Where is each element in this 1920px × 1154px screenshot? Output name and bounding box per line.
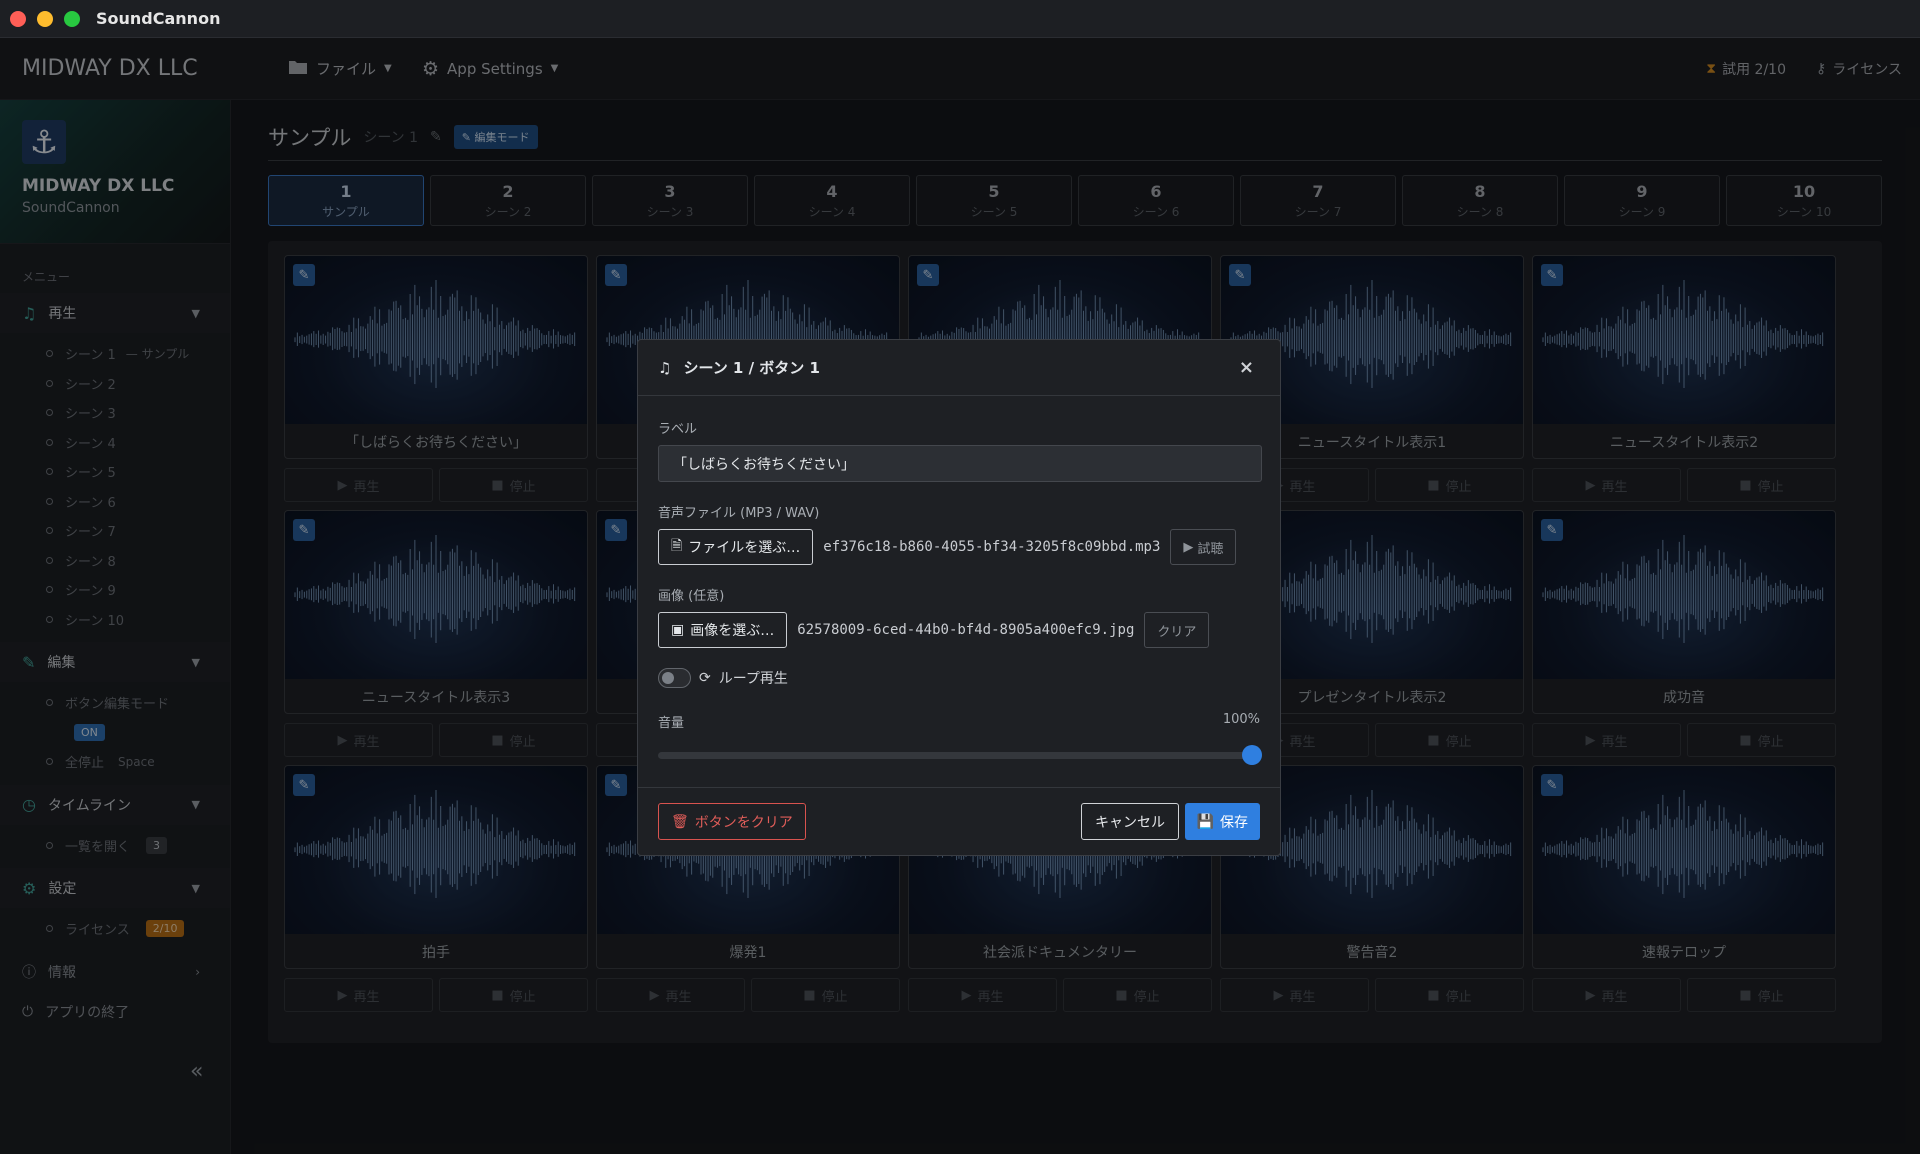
- volume-slider[interactable]: [658, 745, 1262, 765]
- label-field-label: ラベル: [658, 422, 698, 437]
- music-note-icon: ♫: [658, 358, 672, 377]
- preview-button[interactable]: ▶ 試聴: [1170, 529, 1237, 565]
- audio-filename: ef376c18-b860-4055-bf34-3205f8c09bbd.mp3: [823, 539, 1161, 555]
- trash-icon: 🗑: [671, 813, 689, 830]
- cancel-button[interactable]: キャンセル: [1081, 803, 1179, 840]
- label-input[interactable]: 「しばらくお待ちください」: [658, 445, 1262, 482]
- image-icon: ▣: [671, 622, 685, 638]
- window-title: SoundCannon: [96, 9, 221, 28]
- audio-file-row: 🗎 ファイルを選ぶ… ef376c18-b860-4055-bf34-3205f8…: [658, 529, 1260, 565]
- clear-image-button[interactable]: クリア: [1144, 612, 1210, 648]
- choose-image-label: 画像を選ぶ…: [690, 623, 775, 639]
- maximize-window-button[interactable]: [64, 10, 80, 27]
- save-button-label: 保存: [1220, 814, 1248, 831]
- minimize-window-button[interactable]: [37, 10, 53, 27]
- save-button[interactable]: 💾 保存: [1184, 803, 1260, 840]
- volume-track: [658, 752, 1262, 759]
- volume-thumb[interactable]: [1242, 745, 1262, 765]
- save-icon: 💾: [1196, 813, 1214, 830]
- volume-header: 音量 100%: [658, 712, 1260, 731]
- loop-row: ⟳ ループ再生: [658, 668, 1260, 688]
- edit-button-dialog: ♫ シーン 1 / ボタン 1 × ラベル 「しばらくお待ちください」 音声ファ…: [637, 339, 1281, 856]
- loop-toggle[interactable]: [658, 668, 691, 688]
- preview-label: 試聴: [1197, 541, 1224, 557]
- image-field-label: 画像 (任意): [658, 589, 725, 604]
- choose-audio-label: ファイルを選ぶ…: [688, 540, 801, 556]
- choose-audio-button[interactable]: 🗎 ファイルを選ぶ…: [658, 529, 814, 565]
- dialog-header: ♫ シーン 1 / ボタン 1 ×: [638, 340, 1280, 396]
- clear-button[interactable]: 🗑 ボタンをクリア: [658, 803, 806, 840]
- dialog-body: ラベル 「しばらくお待ちください」 音声ファイル (MP3 / WAV) 🗎 ファ…: [638, 396, 1280, 787]
- image-filename: 62578009-6ced-44b0-bf4d-8905a400efc9.jpg: [797, 622, 1135, 638]
- clear-button-label: ボタンをクリア: [694, 814, 793, 831]
- traffic-lights: [10, 10, 80, 27]
- repeat-icon: ⟳: [699, 670, 711, 686]
- dialog-title: シーン 1 / ボタン 1: [683, 359, 820, 377]
- loop-label: ループ再生: [718, 671, 788, 687]
- dialog-footer: 🗑 ボタンをクリア キャンセル 💾 保存: [638, 787, 1280, 855]
- audio-field-label: 音声ファイル (MP3 / WAV): [658, 506, 820, 521]
- close-icon[interactable]: ×: [1239, 357, 1254, 378]
- window-titlebar: SoundCannon: [0, 0, 1920, 38]
- volume-label: 音量: [658, 716, 685, 731]
- image-file-row: ▣ 画像を選ぶ… 62578009-6ced-44b0-bf4d-8905a400…: [658, 612, 1260, 648]
- play-icon: ▶: [1183, 539, 1194, 555]
- file-audio-icon: 🗎: [671, 538, 683, 554]
- volume-value: 100%: [1222, 712, 1260, 727]
- choose-image-button[interactable]: ▣ 画像を選ぶ…: [658, 612, 788, 648]
- close-window-button[interactable]: [10, 10, 26, 27]
